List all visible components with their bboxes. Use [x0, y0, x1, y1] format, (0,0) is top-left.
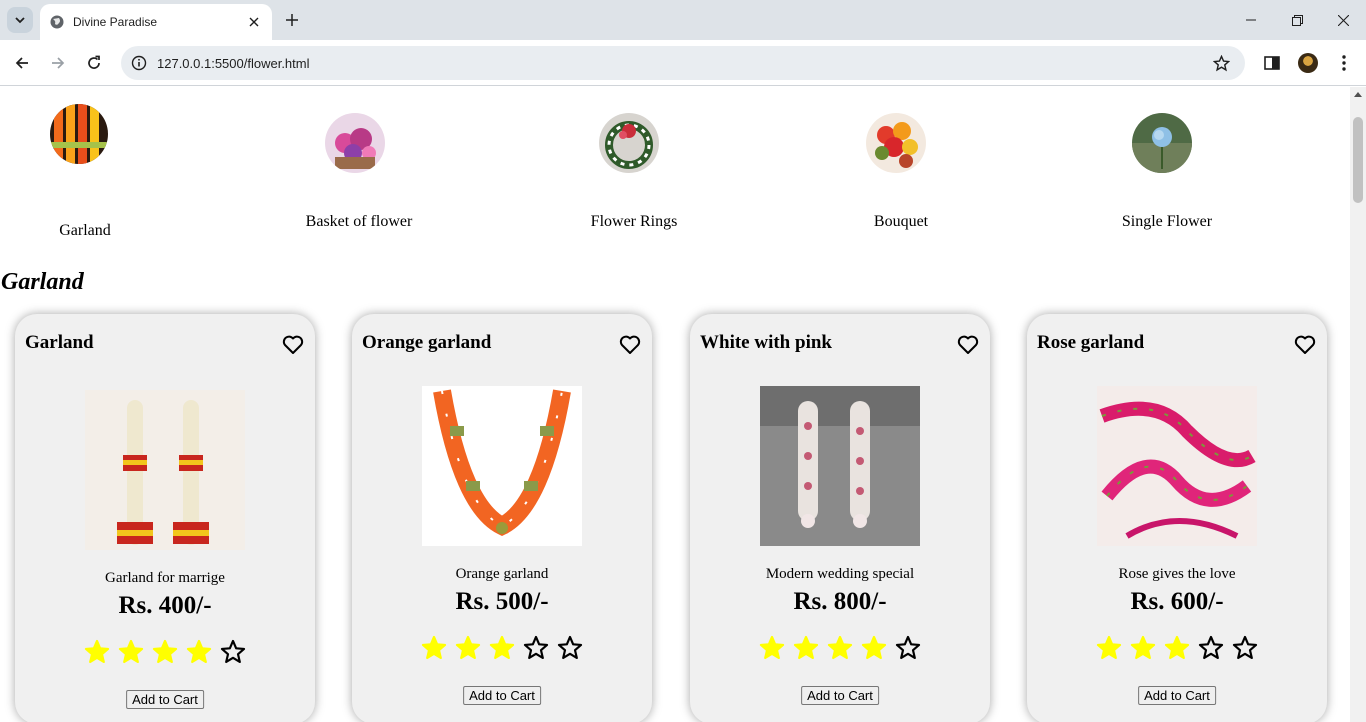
tab-title: Divine Paradise [73, 15, 158, 29]
chevron-down-icon [15, 17, 25, 24]
scrollbar-thumb[interactable] [1353, 117, 1363, 203]
tab-close-icon[interactable] [246, 14, 262, 30]
category-flower-rings[interactable] [599, 113, 659, 173]
star-filled-icon[interactable] [827, 635, 853, 661]
scroll-up-arrow-icon[interactable] [1354, 92, 1362, 97]
profile-avatar[interactable] [1296, 51, 1320, 75]
browser-tab-active[interactable]: Divine Paradise [40, 4, 272, 40]
product-card: Rose garland Rose gives the love Rs. 600… [1027, 314, 1327, 722]
product-description: Orange garland [455, 566, 549, 582]
single-flower-thumbnail [1132, 113, 1192, 173]
globe-icon [50, 15, 64, 29]
add-to-cart-button[interactable]: Add to Cart [1138, 686, 1216, 705]
star-filled-icon[interactable] [759, 635, 785, 661]
browser-toolbar: 127.0.0.1:5500/flower.html [0, 40, 1366, 86]
page-scrollbar[interactable] [1350, 87, 1366, 722]
category-label-garland[interactable]: Garland [59, 222, 111, 240]
page-viewport: Garland Basket of flower Flower Rings Bo… [0, 87, 1350, 722]
new-tab-plus-icon[interactable] [281, 9, 303, 31]
star-rating [1027, 635, 1327, 661]
star-filled-icon[interactable] [186, 639, 212, 665]
product-image [85, 390, 245, 550]
add-to-cart-button[interactable]: Add to Cart [126, 690, 204, 709]
category-garland[interactable] [50, 104, 108, 164]
star-filled-icon[interactable] [84, 639, 110, 665]
garland-thumbnail [50, 104, 108, 164]
add-to-cart-button[interactable]: Add to Cart [801, 686, 879, 705]
heart-icon[interactable] [618, 332, 642, 356]
star-rating [352, 635, 652, 661]
product-description: Garland for marrige [105, 570, 225, 586]
product-price: Rs. 500/- [455, 588, 549, 615]
heart-icon[interactable] [281, 332, 305, 356]
product-price: Rs. 400/- [118, 592, 212, 619]
tab-search-button[interactable] [7, 7, 33, 33]
restore-icon[interactable] [1274, 0, 1320, 40]
add-to-cart-button[interactable]: Add to Cart [463, 686, 541, 705]
star-filled-icon[interactable] [793, 635, 819, 661]
star-outline-icon[interactable] [220, 639, 246, 665]
category-label-single-flower[interactable]: Single Flower [1122, 213, 1212, 231]
star-filled-icon[interactable] [489, 635, 515, 661]
product-title: Rose garland [1037, 332, 1145, 353]
star-filled-icon[interactable] [118, 639, 144, 665]
product-description: Modern wedding special [765, 566, 915, 582]
star-outline-icon[interactable] [1232, 635, 1258, 661]
url-text: 127.0.0.1:5500/flower.html [157, 55, 310, 71]
category-bouquet[interactable] [866, 113, 926, 173]
star-filled-icon[interactable] [152, 639, 178, 665]
star-filled-icon[interactable] [1096, 635, 1122, 661]
category-label-bouquet[interactable]: Bouquet [874, 213, 928, 231]
section-title: Garland [1, 269, 84, 295]
star-outline-icon[interactable] [1198, 635, 1224, 661]
star-filled-icon[interactable] [455, 635, 481, 661]
heart-icon[interactable] [956, 332, 980, 356]
site-info-icon[interactable] [131, 55, 147, 71]
side-panel-icon[interactable] [1260, 51, 1284, 75]
product-title: White with pink [700, 332, 832, 353]
product-image [1097, 386, 1257, 546]
forward-arrow-icon[interactable] [45, 50, 71, 76]
bouquet-thumbnail [866, 113, 926, 173]
star-rating [15, 639, 315, 665]
product-title: Garland [25, 332, 94, 353]
product-image [422, 386, 582, 546]
minimize-icon[interactable] [1228, 0, 1274, 40]
kebab-menu-icon[interactable] [1332, 51, 1356, 75]
back-arrow-icon[interactable] [9, 50, 35, 76]
product-card: Orange garland Orange garland Rs. 500/- … [352, 314, 652, 722]
bookmark-star-icon[interactable] [1211, 53, 1231, 73]
category-label-flower-rings[interactable]: Flower Rings [591, 213, 678, 231]
address-bar[interactable]: 127.0.0.1:5500/flower.html [121, 46, 1245, 80]
avatar [1298, 53, 1318, 73]
star-filled-icon[interactable] [1164, 635, 1190, 661]
reload-icon[interactable] [81, 50, 107, 76]
star-rating [690, 635, 990, 661]
category-single-flower[interactable] [1132, 113, 1192, 173]
flower-ring-thumbnail [599, 113, 659, 173]
category-label-basket-of-flower[interactable]: Basket of flower [306, 213, 413, 231]
product-price: Rs. 600/- [1130, 588, 1224, 615]
product-price: Rs. 800/- [793, 588, 887, 615]
star-filled-icon[interactable] [421, 635, 447, 661]
product-card: Garland Garland for marrige Rs. 400/- Ad… [15, 314, 315, 722]
basket-thumbnail [325, 113, 385, 173]
browser-tab-strip: Divine Paradise [0, 0, 1366, 40]
product-title: Orange garland [362, 332, 492, 353]
star-filled-icon[interactable] [861, 635, 887, 661]
close-window-icon[interactable] [1320, 0, 1366, 40]
star-outline-icon[interactable] [557, 635, 583, 661]
star-filled-icon[interactable] [1130, 635, 1156, 661]
star-outline-icon[interactable] [895, 635, 921, 661]
product-description: Rose gives the love [1118, 566, 1236, 582]
product-image [760, 386, 920, 546]
category-basket-of-flower[interactable] [325, 113, 385, 173]
heart-icon[interactable] [1293, 332, 1317, 356]
star-outline-icon[interactable] [523, 635, 549, 661]
product-card: White with pink Modern wedding special R… [690, 314, 990, 722]
